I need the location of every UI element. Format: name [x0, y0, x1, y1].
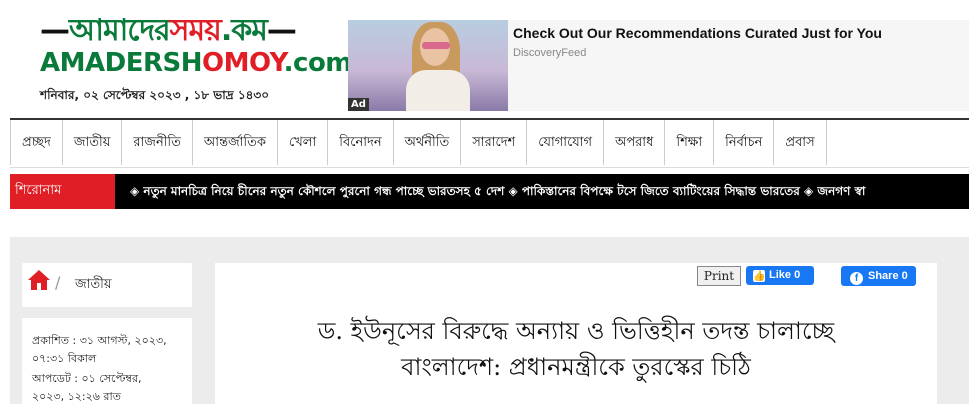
ad-banner[interactable]: Ad Check Out Our Recommendations Curated…	[348, 20, 969, 111]
nav-item-crime[interactable]: অপরাধ	[604, 120, 666, 165]
updated-time: ২০২৩, ১২:২৬ রাত	[32, 390, 121, 403]
breadcrumb: / জাতীয়	[22, 263, 192, 307]
site-logo[interactable]: —আমাদেরসময়.কম— AMADERSHOMOY.com	[40, 13, 352, 79]
nav-item-communication[interactable]: যোগাযোগ	[527, 120, 605, 165]
headline-line-2: বাংলাদেশ: প্রধানমন্ত্রীকে তুরস্কের চিঠি	[401, 353, 751, 381]
ad-title[interactable]: Check Out Our Recommendations Curated Ju…	[513, 25, 882, 41]
home-icon[interactable]	[27, 269, 51, 291]
thumbs-up-icon: 👍	[753, 270, 766, 282]
nav-item-expat[interactable]: প্রবাস	[774, 120, 827, 165]
headline-line-1: ড. ইউনূসের বিরুদ্ধে অন্যায় ও ভিত্তিহীন …	[317, 317, 835, 345]
main-nav: প্রচ্ছদ জাতীয় রাজনীতি আন্তর্জাতিক খেলা …	[10, 118, 969, 168]
article-panel: Print 👍 Like 0 f Share 0 ড. ইউনূসের বিরুদ্…	[215, 263, 937, 404]
nav-item-economy[interactable]: অর্থনীতি	[394, 120, 462, 165]
ad-tag: Ad	[348, 98, 369, 111]
logo-english: AMADERSHOMOY.com	[40, 48, 352, 78]
article-meta: প্রকাশিত : ৩১ আগস্ট, ২০২৩, ০৭:৩১ বিকাল আ…	[22, 318, 192, 404]
logo-bangla: —আমাদেরসময়.কম—	[40, 13, 297, 48]
ticker-label: শিরোনাম	[10, 174, 115, 209]
nav-item-country[interactable]: সারাদেশ	[461, 120, 528, 165]
site-header: —আমাদেরসময়.কম— AMADERSHOMOY.com শনিবার,…	[0, 0, 969, 118]
ad-image[interactable]: Ad	[348, 20, 508, 111]
header-date: শনিবার, ০২ সেপ্টেম্বর ২০২৩ , ১৮ ভাদ্র ১৪…	[40, 88, 270, 102]
facebook-share-button[interactable]: f Share 0	[841, 266, 916, 286]
ad-source: DiscoveryFeed	[513, 47, 587, 59]
updated-date: আপডেট : ০১ সেপ্টেম্বর,	[32, 372, 142, 385]
breadcrumb-separator: /	[55, 273, 61, 292]
nav-item-international[interactable]: আন্তর্জাতিক	[193, 120, 278, 165]
news-ticker: শিরোনাম ◈ নতুন মানচিত্র নিয়ে চীনের নতুন…	[10, 174, 969, 209]
article-headline: ড. ইউনূসের বিরুদ্ধে অন্যায় ও ভিত্তিহীন …	[255, 313, 897, 385]
published-date: প্রকাশিত : ৩১ আগস্ট, ২০২৩,	[32, 334, 167, 347]
nav-item-national[interactable]: জাতীয়	[63, 120, 123, 165]
nav-item-education[interactable]: শিক্ষা	[665, 120, 715, 165]
ticker-headlines[interactable]: ◈ নতুন মানচিত্র নিয়ে চীনের নতুন কৌশলে প…	[130, 174, 969, 209]
facebook-like-button[interactable]: 👍 Like 0	[746, 266, 814, 285]
nav-item-election[interactable]: নির্বাচন	[714, 120, 775, 165]
like-label: Like 0	[769, 269, 801, 281]
breadcrumb-section[interactable]: জাতীয়	[75, 275, 112, 296]
print-button[interactable]: Print	[697, 266, 741, 286]
published-time: ০৭:৩১ বিকাল	[32, 352, 97, 365]
nav-item-sports[interactable]: খেলা	[278, 120, 329, 165]
facebook-icon: f	[850, 272, 863, 285]
nav-item-politics[interactable]: রাজনীতি	[122, 120, 193, 165]
nav-item-home[interactable]: প্রচ্ছদ	[10, 120, 63, 165]
share-label: Share 0	[868, 270, 908, 282]
nav-item-entertainment[interactable]: বিনোদন	[328, 120, 394, 165]
